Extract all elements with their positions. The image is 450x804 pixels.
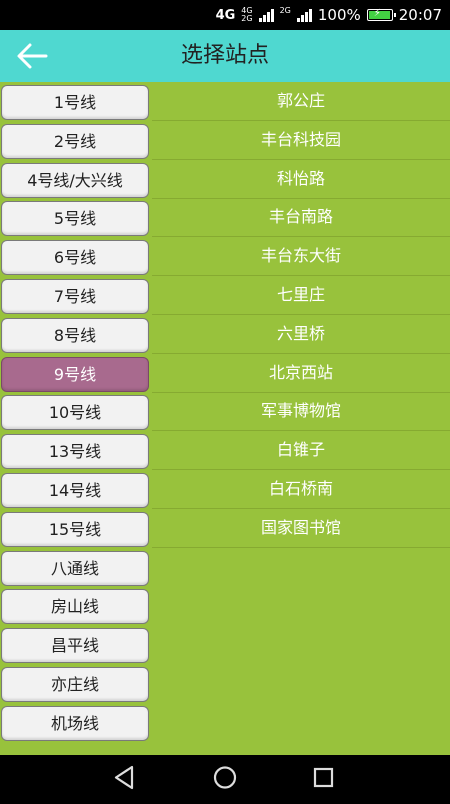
line-button[interactable]: 7号线 [1, 279, 149, 314]
triangle-back-icon [114, 765, 134, 790]
station-item[interactable]: 科怡路 [152, 160, 450, 199]
nav-home-button[interactable] [195, 755, 255, 800]
battery-icon: ⚡ [366, 8, 396, 21]
line-button[interactable]: 5号线 [1, 201, 149, 237]
nav-back-button[interactable] [95, 755, 155, 800]
station-item[interactable]: 北京西站 [152, 354, 450, 393]
line-button[interactable]: 13号线 [1, 434, 149, 470]
network-small-labels: 4G 2G [241, 7, 252, 23]
page-title: 选择站点 [180, 43, 269, 68]
network-small-2: 2G [241, 14, 253, 23]
network-small-3-wrap: 2G [280, 7, 291, 23]
station-item[interactable]: 丰台科技园 [152, 121, 450, 160]
line-button[interactable]: 10号线 [1, 395, 149, 431]
battery-percent: 100% [317, 6, 361, 24]
arrow-left-icon [17, 43, 48, 69]
line-button[interactable]: 亦庄线 [1, 667, 149, 702]
status-bar: 4G 4G 2G 2G 100% ⚡ 20:07 [0, 0, 450, 30]
line-button[interactable]: 房山线 [1, 589, 149, 625]
content-area: 1号线 2号线 4号线/大兴线 5号线 6号线 7号线 8号线 9号线 10号线 13号线 14号线… [0, 82, 450, 755]
status-icons: 4G 4G 2G 2G 100% ⚡ 20:07 [216, 0, 442, 30]
station-item[interactable]: 军事博物馆 [152, 392, 450, 432]
nav-recent-button[interactable] [294, 755, 354, 800]
title-bar: 选择站点 [0, 30, 450, 82]
line-list: 1号线 2号线 4号线/大兴线 5号线 6号线 7号线 8号线 9号线 10号线 13号线 14号线… [0, 82, 152, 755]
line-button[interactable]: 14号线 [1, 473, 149, 508]
clock: 20:07 [398, 6, 442, 24]
line-button[interactable]: 2号线 [1, 123, 149, 159]
line-button[interactable]: 9号线 [1, 356, 149, 392]
navigation-bar [0, 755, 450, 800]
station-item[interactable]: 丰台南路 [152, 198, 450, 238]
line-button[interactable]: 15号线 [1, 511, 149, 547]
station-item[interactable]: 白锥子 [152, 431, 450, 471]
network-type: 4G [215, 7, 236, 23]
line-button[interactable]: 机场线 [1, 705, 149, 741]
station-item[interactable]: 国家图书馆 [152, 509, 450, 548]
signal-icon [258, 8, 274, 22]
line-button[interactable]: 昌平线 [1, 628, 149, 664]
line-button[interactable]: 1号线 [1, 85, 149, 120]
line-button[interactable]: 8号线 [1, 317, 149, 353]
line-button[interactable]: 4号线/大兴线 [1, 162, 149, 198]
line-button[interactable]: 6号线 [1, 240, 149, 276]
back-button[interactable] [14, 40, 50, 72]
station-item[interactable]: 白石桥南 [152, 470, 450, 509]
station-item[interactable]: 郭公庄 [152, 82, 450, 121]
square-recent-icon [313, 767, 334, 788]
station-list: 郭公庄 丰台科技园 科怡路 丰台南路 丰台东大街 七里庄 六里桥 北京西站 军事博物馆 白锥子 白石… [152, 82, 450, 755]
signal-icon-2 [296, 8, 312, 22]
station-item[interactable]: 六里桥 [152, 315, 450, 354]
circle-home-icon [213, 766, 237, 789]
line-button[interactable]: 八通线 [1, 550, 149, 586]
station-item[interactable]: 丰台东大街 [152, 237, 450, 277]
station-item[interactable]: 七里庄 [152, 276, 450, 315]
